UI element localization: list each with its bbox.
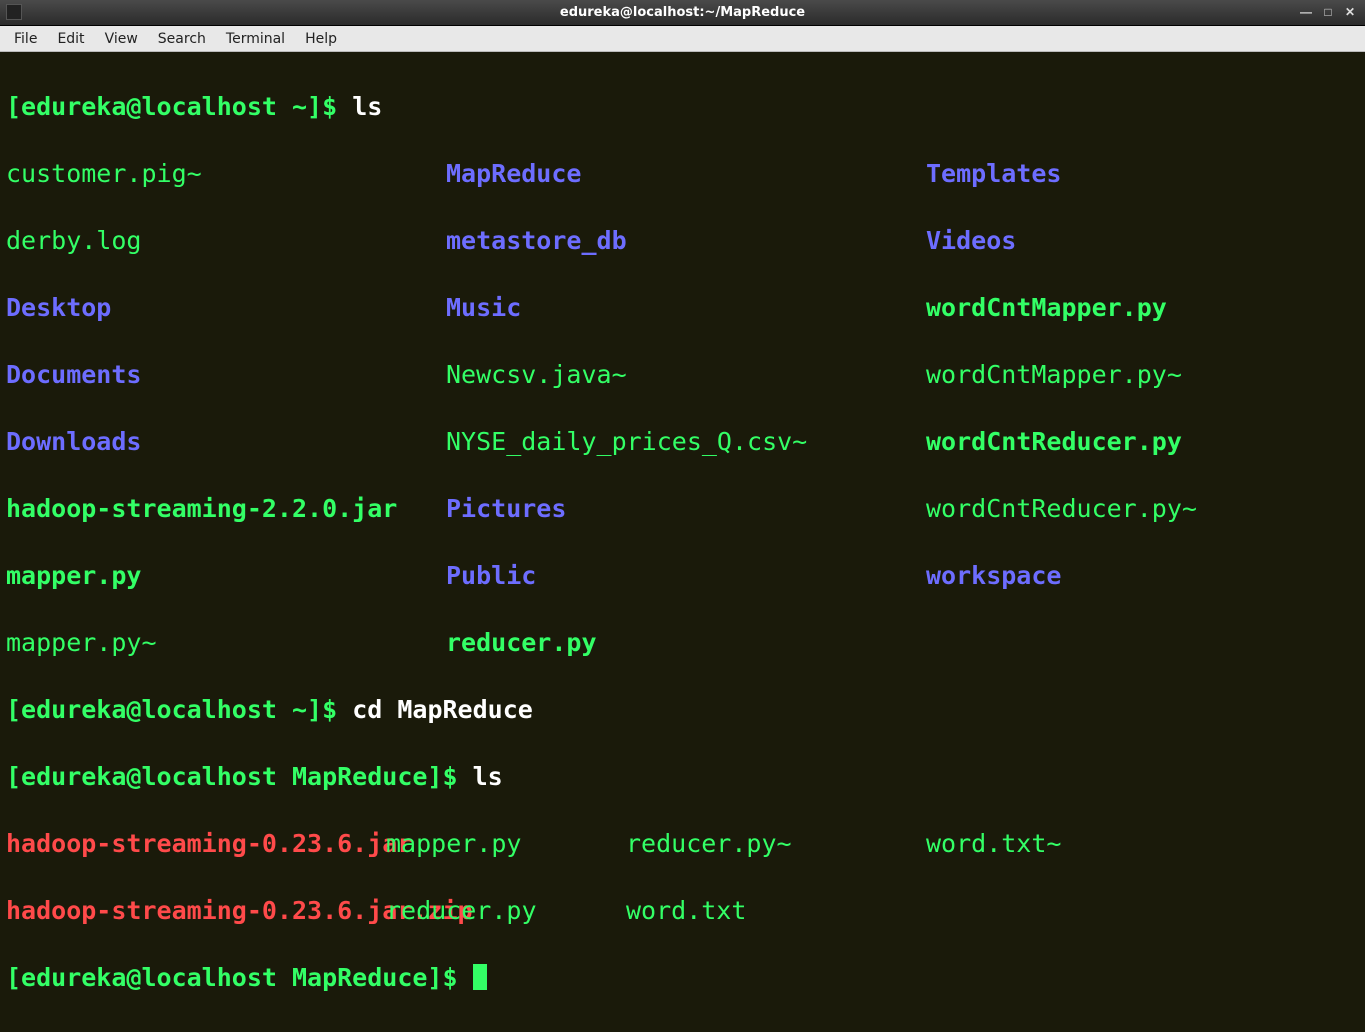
ls-entry: Pictures bbox=[446, 492, 926, 526]
window-controls: — □ ✕ bbox=[1295, 3, 1361, 21]
ls-entry: workspace bbox=[926, 559, 1359, 593]
maximize-button[interactable]: □ bbox=[1317, 3, 1339, 21]
ls-entry: derby.log bbox=[6, 224, 446, 258]
ls-entry: mapper.py bbox=[6, 559, 446, 593]
ls-entry: Music bbox=[446, 291, 926, 325]
ls-entry: hadoop-streaming-0.23.6.jar.zip bbox=[6, 894, 386, 928]
window-titlebar: edureka@localhost:~/MapReduce — □ ✕ bbox=[0, 0, 1365, 26]
ls-entry: Downloads bbox=[6, 425, 446, 459]
ls-entry: reducer.py bbox=[446, 626, 926, 660]
prompt-line: [edureka@localhost ~]$ bbox=[6, 695, 352, 724]
ls-entry: mapper.py~ bbox=[6, 626, 446, 660]
ls-entry: hadoop-streaming-2.2.0.jar bbox=[6, 492, 446, 526]
ls-entry: word.txt bbox=[626, 894, 926, 928]
ls-entry: reducer.py bbox=[386, 894, 626, 928]
ls-entry: Templates bbox=[926, 157, 1359, 191]
prompt-line: [edureka@localhost ~]$ bbox=[6, 92, 352, 121]
ls-entry: wordCntReducer.py~ bbox=[926, 492, 1359, 526]
prompt-line: [edureka@localhost MapReduce]$ bbox=[6, 963, 473, 992]
window-title: edureka@localhost:~/MapReduce bbox=[560, 5, 805, 20]
ls-entry: Newcsv.java~ bbox=[446, 358, 926, 392]
ls-entry: wordCntMapper.py bbox=[926, 291, 1359, 325]
ls-entry: word.txt~ bbox=[926, 827, 1359, 861]
ls-entry: wordCntMapper.py~ bbox=[926, 358, 1359, 392]
menu-terminal[interactable]: Terminal bbox=[216, 29, 295, 49]
command-text: ls bbox=[473, 762, 503, 791]
terminal-icon bbox=[6, 4, 22, 20]
prompt-line: [edureka@localhost MapReduce]$ bbox=[6, 762, 473, 791]
ls-entry: Public bbox=[446, 559, 926, 593]
ls-entry: Videos bbox=[926, 224, 1359, 258]
ls-entry: Desktop bbox=[6, 291, 446, 325]
ls-entry: reducer.py~ bbox=[626, 827, 926, 861]
ls-entry: mapper.py bbox=[386, 827, 626, 861]
ls-entry bbox=[926, 626, 1359, 660]
terminal-cursor bbox=[473, 964, 487, 990]
ls-entry: NYSE_daily_prices_Q.csv~ bbox=[446, 425, 926, 459]
menu-file[interactable]: File bbox=[4, 29, 47, 49]
ls-entry: customer.pig~ bbox=[6, 157, 446, 191]
menu-search[interactable]: Search bbox=[148, 29, 216, 49]
close-button[interactable]: ✕ bbox=[1339, 3, 1361, 21]
ls-entry: hadoop-streaming-0.23.6.jar bbox=[6, 827, 386, 861]
ls-entry: wordCntReducer.py bbox=[926, 425, 1359, 459]
command-text: cd MapReduce bbox=[352, 695, 533, 724]
terminal-output[interactable]: [edureka@localhost ~]$ ls customer.pig~M… bbox=[0, 52, 1365, 1032]
menu-help[interactable]: Help bbox=[295, 29, 347, 49]
ls-entry: Documents bbox=[6, 358, 446, 392]
menu-edit[interactable]: Edit bbox=[47, 29, 94, 49]
ls-entry: MapReduce bbox=[446, 157, 926, 191]
menu-bar: File Edit View Search Terminal Help bbox=[0, 26, 1365, 52]
ls-entry: metastore_db bbox=[446, 224, 926, 258]
menu-view[interactable]: View bbox=[95, 29, 148, 49]
command-text: ls bbox=[352, 92, 382, 121]
ls-entry bbox=[926, 894, 1359, 928]
minimize-button[interactable]: — bbox=[1295, 3, 1317, 21]
